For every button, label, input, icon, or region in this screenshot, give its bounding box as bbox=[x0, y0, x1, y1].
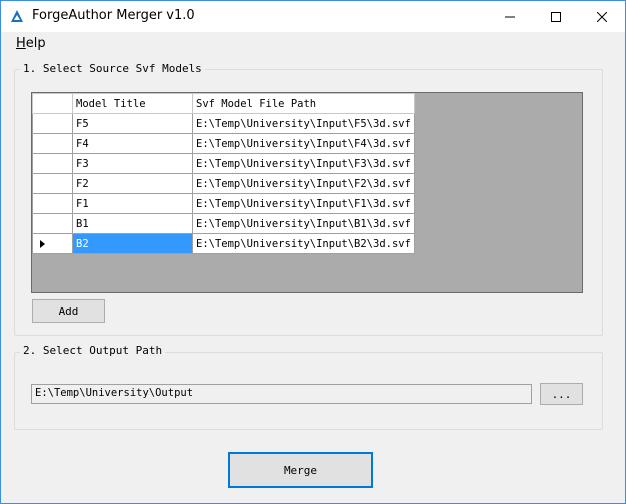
minimize-button[interactable] bbox=[487, 1, 533, 32]
model-title-cell[interactable]: F5 bbox=[72, 113, 193, 134]
table-row[interactable]: B2 E:\Temp\University\Input\B2\3d.svf bbox=[32, 233, 415, 254]
close-icon bbox=[597, 11, 607, 22]
file-path-cell[interactable]: E:\Temp\University\Input\F3\3d.svf bbox=[192, 153, 415, 174]
table-row[interactable]: B1 E:\Temp\University\Input\B1\3d.svf bbox=[32, 213, 415, 234]
menu-help-label: elp bbox=[25, 36, 46, 51]
menu-help-mnemonic: H bbox=[16, 36, 26, 51]
menu-bar: Help bbox=[1, 33, 625, 55]
minimize-icon bbox=[505, 16, 515, 17]
model-title-cell[interactable]: F1 bbox=[72, 193, 193, 214]
file-path-cell[interactable]: E:\Temp\University\Input\B1\3d.svf bbox=[192, 213, 415, 234]
row-header-cell[interactable] bbox=[32, 113, 73, 134]
source-models-grid[interactable]: Model Title Svf Model File Path F5 E:\Tem… bbox=[31, 92, 583, 293]
file-path-cell[interactable]: E:\Temp\University\Input\B2\3d.svf bbox=[192, 233, 415, 254]
maximize-icon bbox=[551, 11, 561, 22]
output-path-input[interactable]: E:\Temp\University\Output bbox=[31, 384, 532, 404]
table-row[interactable]: F5 E:\Temp\University\Input\F5\3d.svf bbox=[32, 113, 415, 134]
row-header-cell[interactable] bbox=[32, 213, 73, 234]
file-path-cell[interactable]: E:\Temp\University\Input\F2\3d.svf bbox=[192, 173, 415, 194]
grid-corner-cell[interactable] bbox=[32, 93, 73, 114]
table-row[interactable]: F4 E:\Temp\University\Input\F4\3d.svf bbox=[32, 133, 415, 154]
main-window: ForgeAuthor Merger v1.0 Help 1. Select S… bbox=[0, 0, 626, 504]
model-title-cell[interactable]: F2 bbox=[72, 173, 193, 194]
model-title-cell[interactable]: F4 bbox=[72, 133, 193, 154]
file-path-cell[interactable]: E:\Temp\University\Input\F1\3d.svf bbox=[192, 193, 415, 214]
close-button[interactable] bbox=[579, 1, 625, 32]
output-path-group-title: 2. Select Output Path bbox=[20, 344, 166, 357]
column-header-file-path[interactable]: Svf Model File Path bbox=[192, 93, 415, 114]
add-button[interactable]: Add bbox=[32, 299, 105, 323]
file-path-cell[interactable]: E:\Temp\University\Input\F4\3d.svf bbox=[192, 133, 415, 154]
column-header-model-title[interactable]: Model Title bbox=[72, 93, 193, 114]
table-row[interactable]: F2 E:\Temp\University\Input\F2\3d.svf bbox=[32, 173, 415, 194]
row-header-cell[interactable] bbox=[32, 133, 73, 154]
maximize-button[interactable] bbox=[533, 1, 579, 32]
source-models-table: Model Title Svf Model File Path F5 E:\Tem… bbox=[32, 93, 415, 254]
merge-button[interactable]: Merge bbox=[228, 452, 373, 488]
source-models-group-title: 1. Select Source Svf Models bbox=[20, 62, 205, 75]
grid-header-row: Model Title Svf Model File Path bbox=[32, 93, 415, 114]
row-header-cell[interactable] bbox=[32, 173, 73, 194]
model-title-cell[interactable]: F3 bbox=[72, 153, 193, 174]
title-bar[interactable]: ForgeAuthor Merger v1.0 bbox=[1, 1, 625, 32]
grid-body: F5 E:\Temp\University\Input\F5\3d.svf F4 E:… bbox=[32, 113, 415, 254]
app-logo-icon bbox=[11, 10, 23, 22]
model-title-cell[interactable]: B1 bbox=[72, 213, 193, 234]
table-row[interactable]: F1 E:\Temp\University\Input\F1\3d.svf bbox=[32, 193, 415, 214]
row-header-cell[interactable] bbox=[32, 153, 73, 174]
file-path-cell[interactable]: E:\Temp\University\Input\F5\3d.svf bbox=[192, 113, 415, 134]
window-title: ForgeAuthor Merger v1.0 bbox=[32, 8, 195, 23]
model-title-cell[interactable]: B2 bbox=[72, 233, 193, 254]
current-row-arrow-icon bbox=[40, 240, 45, 248]
row-header-cell[interactable] bbox=[32, 193, 73, 214]
menu-help[interactable]: Help bbox=[10, 36, 52, 51]
browse-button[interactable]: ... bbox=[540, 383, 583, 405]
table-row[interactable]: F3 E:\Temp\University\Input\F3\3d.svf bbox=[32, 153, 415, 174]
row-header-cell[interactable] bbox=[32, 233, 73, 254]
